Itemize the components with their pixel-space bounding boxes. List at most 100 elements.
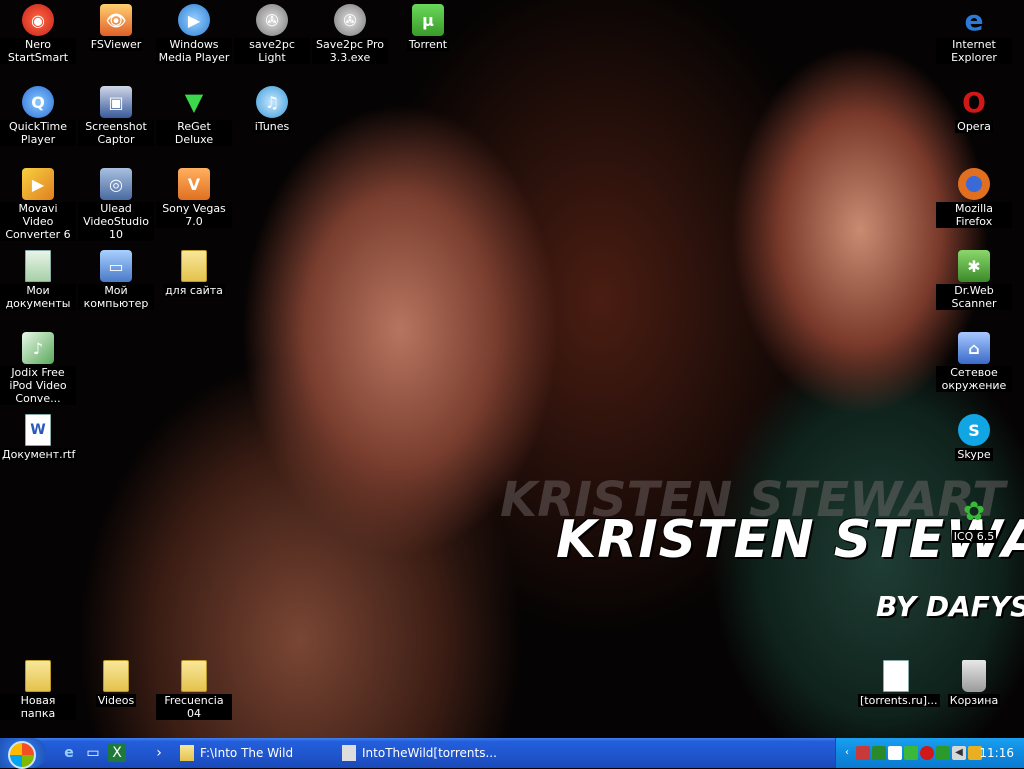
word-document-icon: W — [22, 414, 54, 446]
desktop-icon-new-folder[interactable]: Новая папка — [0, 660, 76, 720]
network-places-icon: ⌂ — [958, 332, 990, 364]
icon-label: Новая папка — [0, 694, 76, 720]
internet-explorer-icon[interactable]: e — [60, 744, 78, 762]
drweb-spider-icon: ✱ — [958, 250, 990, 282]
desktop-icon-my-documents[interactable]: Мои документы — [0, 250, 76, 310]
desktop-icon-jodix[interactable]: ♪ Jodix Free iPod Video Conve... — [0, 332, 76, 405]
desktop-icon-windows-media-player[interactable]: ▶ Windows Media Player — [156, 4, 232, 64]
show-desktop-icon[interactable]: ▭ — [84, 744, 102, 762]
desktop-icon-network-places[interactable]: ⌂ Сетевое окружение — [936, 332, 1012, 392]
desktop-icon-torrent-file[interactable]: [torrents.ru]... — [858, 660, 940, 707]
desktop-icon-itunes[interactable]: ♫ iTunes — [234, 86, 310, 133]
download-arrow-icon: ▼ — [184, 88, 204, 116]
volume-icon[interactable]: ◀ — [952, 746, 966, 760]
quick-launch-overflow[interactable]: › — [150, 744, 168, 762]
icon-label: Dr.Web Scanner — [936, 284, 1012, 310]
skype-icon: S — [958, 414, 990, 446]
desktop-icon-icq[interactable]: ✿ ICQ 6.5 — [936, 496, 1012, 543]
icon-label: Windows Media Player — [156, 38, 232, 64]
torrent-file-icon — [880, 660, 912, 692]
folder-icon — [180, 745, 194, 761]
icon-label: Videos — [95, 694, 137, 707]
utorrent-tray-icon[interactable] — [872, 746, 886, 760]
desktop-icon-torrent[interactable]: µ Torrent — [390, 4, 466, 51]
task-label: F:\Into The Wild — [200, 746, 294, 760]
movavi-icon: ▶ — [22, 168, 54, 200]
folder-icon — [100, 660, 132, 692]
icon-label: Internet Explorer — [936, 38, 1012, 64]
desktop-icon-quicktime[interactable]: Q QuickTime Player — [0, 86, 76, 146]
wallpaper-subtitle: BY DAFYSIK — [876, 590, 1024, 623]
desktop-icon-save2pc-light[interactable]: ✇ save2pc Light — [234, 4, 310, 64]
media-player-icon: ▶ — [178, 4, 210, 36]
desktop-icon-internet-explorer[interactable]: e Internet Explorer — [936, 4, 1012, 64]
taskbar-button-into-the-wild-torrents[interactable]: IntoTheWild[torrents... — [338, 741, 514, 765]
monitor-icon: ▣ — [100, 86, 132, 118]
my-documents-icon — [22, 250, 54, 282]
desktop-icon-drweb[interactable]: ✱ Dr.Web Scanner — [936, 250, 1012, 310]
jodix-icon: ♪ — [22, 332, 54, 364]
desktop-icon-firefox[interactable]: Mozilla Firefox — [936, 168, 1012, 228]
icon-label: Movavi Video Converter 6 — [0, 202, 76, 241]
quicktime-icon: Q — [22, 86, 54, 118]
film-icon — [342, 745, 356, 761]
icon-label: Мои документы — [0, 284, 76, 310]
desktop-icon-fsviewer[interactable]: 👁 FSViewer — [78, 4, 154, 51]
desktop-icon-my-computer[interactable]: ▭ Мой компьютер — [78, 250, 154, 310]
desktop-icon-skype[interactable]: S Skype — [936, 414, 1012, 461]
desktop-icon-screenshot-captor[interactable]: ▣ Screenshot Captor — [78, 86, 154, 146]
icon-label: Сетевое окружение — [936, 366, 1012, 392]
desktop-icon-frecuencia[interactable]: Frecuencia 04 — [156, 660, 232, 720]
yandex-icon[interactable] — [920, 746, 934, 760]
taskbar-button-into-the-wild-folder[interactable]: F:\Into The Wild — [176, 741, 352, 765]
icon-label: Документ.rtf — [0, 448, 78, 461]
windows-logo-icon — [8, 741, 36, 769]
icon-label: Opera — [955, 120, 993, 133]
icon-label: Jodix Free iPod Video Conve... — [0, 366, 76, 405]
icon-label: ReGet Deluxe — [156, 120, 232, 146]
desktop-icon-nero[interactable]: ◉ Nero StartSmart — [0, 4, 76, 64]
icon-label: Skype — [955, 448, 993, 461]
network-status-icon[interactable] — [856, 746, 870, 760]
icon-label: Ulead VideoStudio 10 — [78, 202, 154, 241]
icon-label: Screenshot Captor — [78, 120, 154, 146]
desktop-icon-site-folder[interactable]: для сайта — [156, 250, 232, 297]
icon-label: Корзина — [947, 694, 1001, 707]
icon-label: Mozilla Firefox — [936, 202, 1012, 228]
excel-icon[interactable]: X — [108, 744, 126, 762]
itunes-icon: ♫ — [256, 86, 288, 118]
utorrent-icon: µ — [412, 4, 444, 36]
icon-label: ICQ 6.5 — [951, 530, 997, 543]
recycle-bin-icon — [962, 660, 986, 692]
icon-label: Sony Vegas 7.0 — [156, 202, 232, 228]
task-label: IntoTheWild[torrents... — [362, 746, 497, 760]
icq-tray-icon[interactable] — [904, 746, 918, 760]
icon-label: Torrent — [406, 38, 450, 51]
desktop-icon-reget[interactable]: ▼ ReGet Deluxe — [156, 86, 232, 146]
desktop-icon-opera[interactable]: O Opera — [936, 86, 1012, 133]
desktop-icon-save2pc-pro[interactable]: ✇ Save2pc Pro 3.3.exe — [312, 4, 388, 64]
tray-expand-button[interactable]: ‹ — [840, 746, 854, 760]
desktop: KRISTEN STEWART KRISTEN STEWART BY DAFYS… — [0, 0, 1024, 738]
desktop-icon-ulead[interactable]: ◎ Ulead VideoStudio 10 — [78, 168, 154, 241]
start-button[interactable] — [0, 738, 46, 769]
clock[interactable]: 11:16 — [979, 746, 1014, 760]
desktop-icon-document-rtf[interactable]: W Документ.rtf — [0, 414, 78, 461]
my-computer-icon: ▭ — [100, 250, 132, 282]
desktop-icon-videos[interactable]: Videos — [78, 660, 154, 707]
icon-label: Frecuencia 04 — [156, 694, 232, 720]
nero-icon: ◉ — [22, 4, 54, 36]
icon-label: [torrents.ru]... — [858, 694, 940, 707]
icon-label: Nero StartSmart — [0, 38, 76, 64]
icon-label: FSViewer — [88, 38, 144, 51]
folder-icon — [178, 250, 210, 282]
icon-label: Save2pc Pro 3.3.exe — [312, 38, 388, 64]
icon-label: для сайта — [163, 284, 225, 297]
film-reel-icon: ✇ — [256, 4, 288, 36]
drweb-tray-icon[interactable] — [936, 746, 950, 760]
folder-icon — [178, 660, 210, 692]
desktop-icon-movavi[interactable]: ▶ Movavi Video Converter 6 — [0, 168, 76, 241]
keyboard-layout-icon[interactable] — [888, 746, 902, 760]
desktop-icon-recycle-bin[interactable]: Корзина — [936, 660, 1012, 707]
desktop-icon-sony-vegas[interactable]: V Sony Vegas 7.0 — [156, 168, 232, 228]
